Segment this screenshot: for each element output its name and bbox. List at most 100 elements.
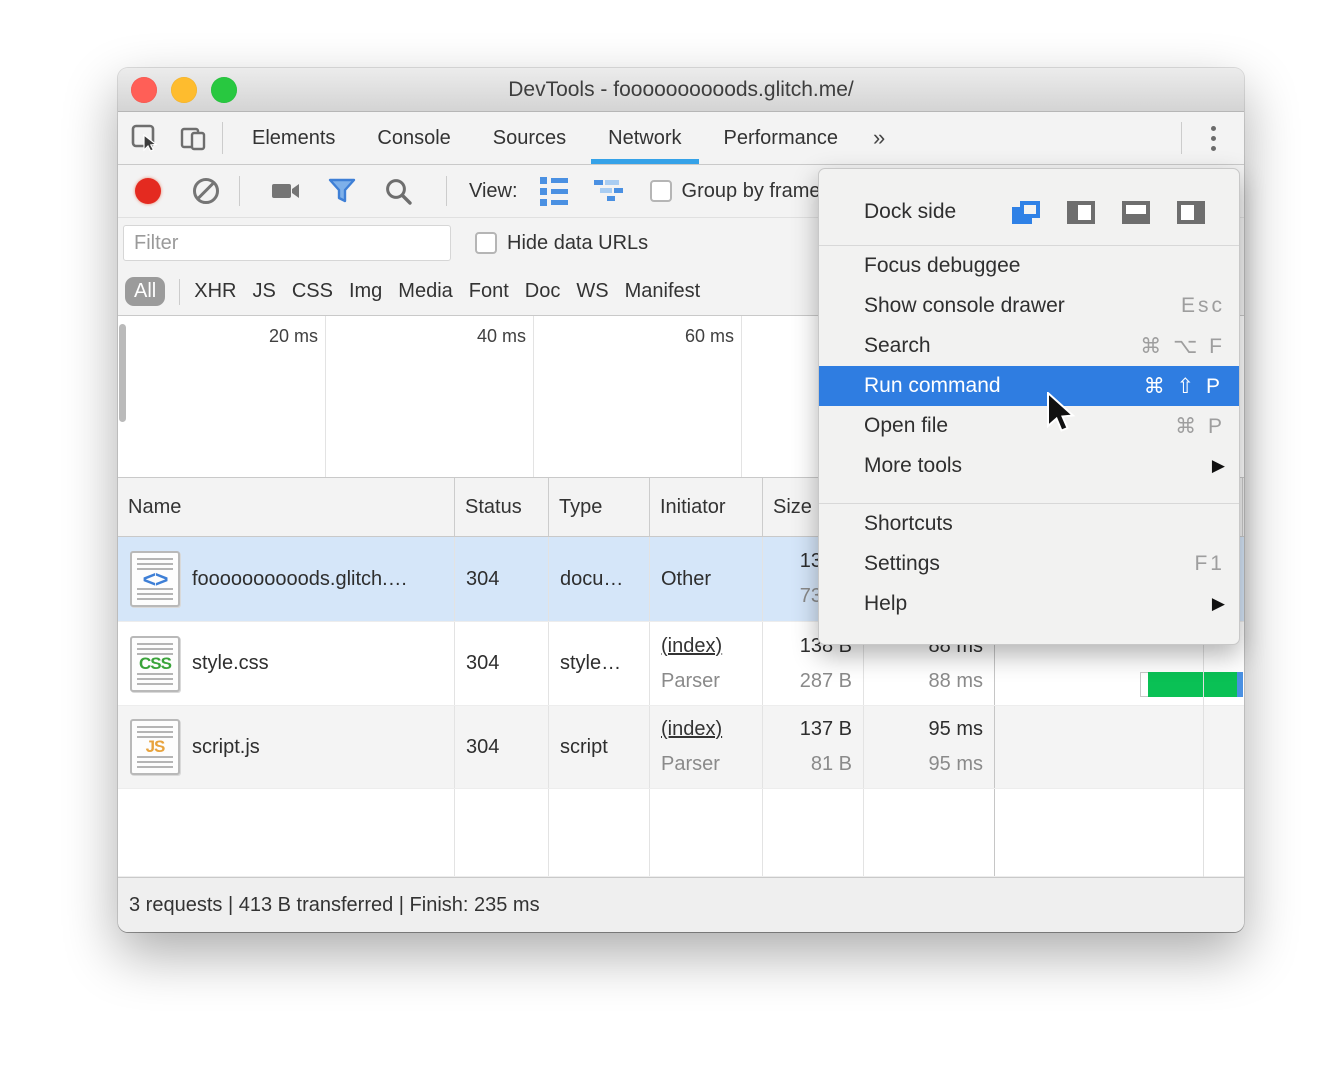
- tab-label: Network: [608, 127, 681, 150]
- menu-item-more-tools[interactable]: More tools ▶: [819, 446, 1239, 486]
- pill-separator: [179, 279, 180, 305]
- request-name: script.js: [192, 736, 260, 759]
- request-type: script: [549, 706, 650, 788]
- request-status: 304: [455, 706, 549, 788]
- view-label: View:: [469, 180, 518, 203]
- tab-sources[interactable]: Sources: [472, 112, 587, 164]
- request-initiator: Other: [650, 537, 763, 621]
- devtools-window: DevTools - foooooooooods.glitch.me/ Elem…: [118, 68, 1244, 932]
- request-type: docu…: [549, 537, 650, 621]
- dock-to-left-icon[interactable]: [1067, 201, 1095, 224]
- filter-funnel-icon: [327, 176, 357, 206]
- request-type: style…: [549, 622, 650, 705]
- capture-screenshots-button[interactable]: [271, 180, 301, 202]
- menu-item-search[interactable]: Search ⌘ ⌥ F: [819, 326, 1239, 366]
- inspect-element-button[interactable]: [124, 112, 166, 164]
- tab-label: Performance: [724, 127, 839, 150]
- dock-side-label: Dock side: [864, 200, 1012, 224]
- request-status: 304: [455, 622, 549, 705]
- toolbar-separator: [446, 176, 447, 206]
- document-icon: <>: [130, 551, 180, 607]
- mouse-cursor: [1045, 392, 1081, 436]
- request-name: style.css: [192, 652, 269, 675]
- time-latency: 88 ms: [875, 664, 983, 699]
- column-header-name[interactable]: Name: [118, 478, 455, 536]
- timeline-tick: 60 ms: [654, 326, 734, 347]
- menu-item-settings[interactable]: Settings F1: [819, 544, 1239, 584]
- titlebar[interactable]: DevTools - foooooooooods.glitch.me/: [118, 68, 1244, 112]
- filter-input[interactable]: [123, 225, 451, 261]
- kebab-dot: [1211, 126, 1216, 131]
- filter-pill-xhr[interactable]: XHR: [194, 280, 236, 303]
- more-tabs-button[interactable]: »: [859, 112, 899, 164]
- kebab-dot: [1211, 146, 1216, 151]
- dock-to-bottom-icon[interactable]: [1122, 201, 1150, 224]
- show-waterfall-icon[interactable]: [594, 180, 624, 202]
- use-large-rows-icon[interactable]: [540, 177, 568, 206]
- inspect-cursor-icon: [131, 124, 159, 152]
- filter-pill-css[interactable]: CSS: [292, 280, 333, 303]
- dock-side-row: Dock side: [819, 179, 1239, 245]
- group-by-frame-checkbox[interactable]: [650, 180, 672, 202]
- group-by-frame-label: Group by frame: [682, 180, 821, 203]
- menu-item-show-console-drawer[interactable]: Show console drawer Esc: [819, 286, 1239, 326]
- initiator-link[interactable]: (index): [661, 718, 722, 740]
- size-content: 287 B: [774, 664, 852, 699]
- record-button[interactable]: [135, 178, 161, 204]
- tab-performance[interactable]: Performance: [703, 112, 860, 164]
- filter-pill-js[interactable]: JS: [252, 280, 275, 303]
- filter-pill-all[interactable]: All: [125, 277, 165, 306]
- request-status: 304: [455, 537, 549, 621]
- waterfall-download-bar[interactable]: [1148, 672, 1237, 697]
- device-toolbar-button[interactable]: [172, 112, 214, 164]
- window-title: DevTools - foooooooooods.glitch.me/: [118, 68, 1244, 112]
- filter-pill-doc[interactable]: Doc: [525, 280, 561, 303]
- search-button[interactable]: [383, 176, 413, 206]
- time-total: 95 ms: [875, 712, 983, 747]
- initiator-link[interactable]: (index): [661, 635, 722, 657]
- hide-data-urls-label: Hide data URLs: [507, 232, 648, 255]
- undock-icon[interactable]: [1012, 201, 1040, 224]
- column-header-type[interactable]: Type: [549, 478, 650, 536]
- menu-item-focus-debuggee[interactable]: Focus debuggee: [819, 246, 1239, 286]
- filter-pill-font[interactable]: Font: [469, 280, 509, 303]
- tabbar-spacer: [899, 112, 1173, 164]
- device-toolbar-icon: [179, 124, 207, 152]
- overview-scrollbar[interactable]: [119, 324, 126, 422]
- camera-icon: [271, 180, 301, 202]
- filter-pill-manifest[interactable]: Manifest: [625, 280, 701, 303]
- filter-pill-media[interactable]: Media: [398, 280, 452, 303]
- table-row-script[interactable]: JS script.js 304 script (index) Parser 1…: [118, 706, 1244, 789]
- filter-pill-img[interactable]: Img: [349, 280, 382, 303]
- timeline-tick: 40 ms: [446, 326, 526, 347]
- hide-data-urls-checkbox[interactable]: [475, 232, 497, 254]
- toolbar-separator: [239, 176, 240, 206]
- tabbar-separator: [222, 122, 223, 154]
- desktop: DevTools - foooooooooods.glitch.me/ Elem…: [0, 0, 1340, 1086]
- tab-label: Sources: [493, 127, 566, 150]
- table-empty-area: [118, 789, 1244, 877]
- dock-to-right-icon[interactable]: [1177, 201, 1205, 224]
- main-dropdown-menu: Dock side Focus debuggee Show console dr…: [818, 168, 1240, 645]
- menu-item-run-command[interactable]: Run command ⌘ ⇧ P: [819, 366, 1239, 406]
- tab-elements[interactable]: Elements: [231, 112, 356, 164]
- column-header-status[interactable]: Status: [455, 478, 549, 536]
- waterfall-end-tick: [1237, 672, 1243, 697]
- submenu-arrow-icon: ▶: [1212, 594, 1225, 614]
- menu-item-help[interactable]: Help ▶: [819, 584, 1239, 624]
- timeline-gridline: [325, 316, 326, 477]
- timeline-gridline: [533, 316, 534, 477]
- submenu-arrow-icon: ▶: [1212, 456, 1225, 476]
- chevron-double-right-icon: »: [873, 125, 885, 151]
- filter-pill-ws[interactable]: WS: [576, 280, 608, 303]
- initiator-kind: Parser: [661, 664, 751, 699]
- waterfall-cell: [994, 706, 1243, 788]
- main-menu-button[interactable]: [1190, 112, 1236, 164]
- filter-button[interactable]: [327, 176, 357, 206]
- column-header-initiator[interactable]: Initiator: [650, 478, 763, 536]
- tab-console[interactable]: Console: [356, 112, 471, 164]
- clear-icon[interactable]: [193, 178, 219, 204]
- menu-item-open-file[interactable]: Open file ⌘ P: [819, 406, 1239, 446]
- menu-item-shortcuts[interactable]: Shortcuts: [819, 504, 1239, 544]
- tab-network[interactable]: Network: [587, 112, 702, 164]
